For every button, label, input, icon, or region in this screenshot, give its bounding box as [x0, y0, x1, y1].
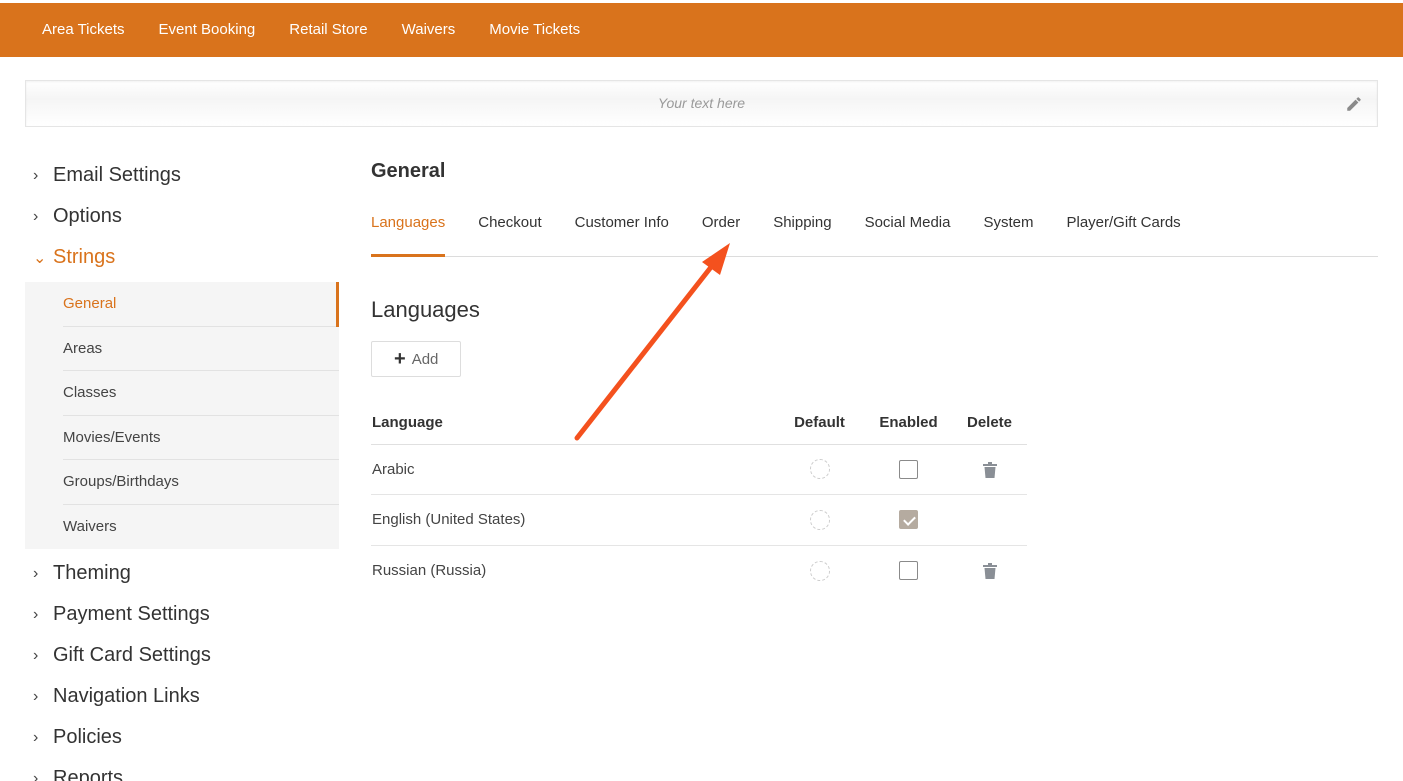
enabled-checkbox[interactable]	[899, 459, 918, 479]
table-row: English (United States)	[371, 494, 1027, 546]
sidebar-item-label: Navigation Links	[53, 685, 200, 707]
nav-waivers[interactable]: Waivers	[385, 3, 473, 57]
tab-shipping[interactable]: Shipping	[773, 210, 831, 256]
enabled-checkbox[interactable]	[899, 561, 918, 580]
sidebar-item-email-settings[interactable]: › Email Settings	[25, 155, 339, 196]
languages-table: Language Default Enabled Delete Arabic E…	[371, 401, 1027, 596]
subnav-item-waivers[interactable]: Waivers	[25, 505, 339, 550]
sidebar-item-label: Reports	[53, 767, 124, 781]
tab-system[interactable]: System	[983, 210, 1033, 256]
sidebar-item-reports[interactable]: › Reports	[25, 758, 339, 781]
top-navigation: Area Tickets Event Booking Retail Store …	[0, 3, 1403, 57]
sidebar-item-label: Payment Settings	[53, 603, 210, 625]
chevron-right-icon: ›	[33, 564, 39, 582]
sidebar-item-label: Strings	[53, 246, 116, 268]
chevron-right-icon: ›	[33, 728, 39, 746]
tab-checkout[interactable]: Checkout	[478, 210, 541, 256]
chevron-right-icon: ›	[33, 769, 39, 781]
column-header-language: Language	[371, 401, 773, 445]
column-header-enabled: Enabled	[865, 401, 951, 445]
nav-area-tickets[interactable]: Area Tickets	[25, 3, 142, 57]
subnav-item-classes[interactable]: Classes	[25, 371, 339, 416]
sidebar-item-label: Gift Card Settings	[53, 644, 211, 666]
main-content: General Languages Checkout Customer Info…	[371, 160, 1378, 596]
sidebar-item-policies[interactable]: › Policies	[25, 717, 339, 758]
table-row: Russian (Russia)	[371, 545, 1027, 596]
column-header-default: Default	[773, 401, 865, 445]
nav-movie-tickets[interactable]: Movie Tickets	[472, 3, 597, 57]
chevron-down-icon: ⌄	[33, 249, 47, 267]
sidebar-item-payment-settings[interactable]: › Payment Settings	[25, 594, 339, 635]
table-row: Arabic	[371, 444, 1027, 495]
sidebar-item-options[interactable]: › Options	[25, 196, 339, 237]
sidebar-item-label: Email Settings	[53, 164, 181, 186]
sidebar-item-navigation-links[interactable]: › Navigation Links	[25, 676, 339, 717]
sidebar-item-label: Theming	[53, 562, 131, 584]
subnav-item-general[interactable]: General	[25, 282, 339, 327]
nav-event-booking[interactable]: Event Booking	[142, 3, 273, 57]
default-radio[interactable]	[809, 560, 830, 581]
settings-sidebar: › Email Settings › Options ⌄ Strings Gen…	[25, 155, 339, 781]
pencil-icon[interactable]	[1345, 95, 1363, 113]
tab-languages[interactable]: Languages	[371, 210, 446, 257]
chevron-right-icon: ›	[33, 687, 39, 705]
add-language-button[interactable]: + Add	[371, 341, 462, 377]
tab-player-gift-cards[interactable]: Player/Gift Cards	[1066, 210, 1180, 256]
tab-social-media[interactable]: Social Media	[865, 210, 951, 256]
subnav-item-areas[interactable]: Areas	[25, 327, 339, 372]
language-name: Arabic	[371, 444, 773, 495]
subnav-item-groups-birthdays[interactable]: Groups/Birthdays	[25, 460, 339, 505]
default-radio[interactable]	[809, 459, 830, 480]
language-name: English (United States)	[371, 494, 773, 546]
nav-retail-store[interactable]: Retail Store	[272, 3, 384, 57]
tab-customer-info[interactable]: Customer Info	[575, 210, 669, 256]
chevron-right-icon: ›	[33, 646, 39, 664]
add-button-label: Add	[411, 350, 439, 368]
section-title: Languages	[371, 297, 480, 322]
column-header-delete: Delete	[951, 401, 1027, 445]
sidebar-item-label: Policies	[53, 726, 122, 748]
subnav-item-movies-events[interactable]: Movies/Events	[25, 416, 339, 461]
trash-icon[interactable]	[982, 563, 997, 580]
editable-text-banner[interactable]: Your text here	[25, 80, 1378, 127]
chevron-right-icon: ›	[33, 166, 39, 184]
plus-icon: +	[394, 347, 406, 370]
default-radio[interactable]	[809, 509, 830, 530]
tab-order[interactable]: Order	[702, 210, 740, 256]
trash-icon[interactable]	[982, 461, 997, 478]
chevron-right-icon: ›	[33, 207, 39, 225]
sidebar-item-theming[interactable]: › Theming	[25, 553, 339, 594]
table-header-row: Language Default Enabled Delete	[371, 401, 1027, 445]
sidebar-item-label: Options	[53, 205, 122, 227]
chevron-right-icon: ›	[33, 605, 39, 623]
enabled-checkbox[interactable]	[899, 510, 918, 530]
page-title: General	[371, 160, 446, 182]
strings-subnav: General Areas Classes Movies/Events Grou…	[25, 282, 339, 549]
sidebar-item-strings[interactable]: ⌄ Strings	[25, 237, 339, 278]
banner-placeholder-text: Your text here	[657, 95, 746, 111]
language-name: Russian (Russia)	[372, 562, 487, 579]
tab-bar: Languages Checkout Customer Info Order S…	[371, 210, 1378, 257]
sidebar-item-gift-card-settings[interactable]: › Gift Card Settings	[25, 635, 339, 676]
